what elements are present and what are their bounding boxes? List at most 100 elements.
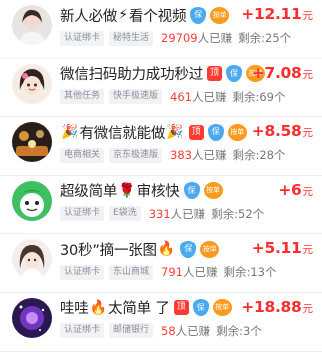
reward-unit: 元 (302, 302, 314, 315)
remaining-count: 剩余:25个 (238, 31, 292, 45)
task-reward: +12.11 元 (241, 5, 313, 27)
earned-count: 461人已赚 (170, 89, 226, 105)
task-title: 30秒”摘一张图 🔥 保 按单 (60, 239, 220, 259)
earned-label: 人已赚 (175, 323, 211, 338)
task-title-suffix: 审核快 (136, 184, 180, 201)
red-packet-badge-icon: 按单 (200, 240, 220, 258)
task-avatar (12, 297, 52, 338)
fire-icon: 🔥 (89, 299, 108, 316)
earned-count: 791人已赚 (161, 264, 217, 280)
task-row[interactable]: 超级简单 🌹 审核快 保 按单 +6 元 认证绑卡 E袋洗 331人已赚 剩余:… (0, 176, 322, 235)
guarantee-badge-icon: 保 (207, 123, 224, 141)
merchant-tag: 东山商城 (109, 264, 154, 280)
top-badge-icon: 顶 (188, 124, 204, 140)
task-reward: +8.58 元 (252, 122, 313, 144)
task-title: 微信扫码助力成功秒过 顶 保 按单 (60, 64, 265, 84)
task-title-text: 30秒”摘一张图 (60, 242, 157, 259)
top-badge-icon: 顶 (207, 66, 222, 82)
earned-number: 791 (161, 265, 183, 280)
task-meta: 电商相关 京东极速版 383人已赚 剩余:28个 (60, 147, 286, 163)
earned-number: 383 (170, 148, 192, 163)
rose-icon: 🌹 (118, 182, 136, 199)
task-avatar (12, 180, 52, 221)
reward-unit: 元 (302, 127, 314, 140)
task-avatar (12, 63, 52, 104)
merchant-tag: 快手极速版 (109, 89, 163, 105)
task-avatar (12, 122, 52, 163)
task-title-text: 新人必做 (60, 8, 118, 25)
reward-amount: +8.58 (251, 122, 302, 141)
merchant-tag: 邮储银行 (109, 323, 154, 339)
red-packet-badge-icon: 按单 (210, 6, 230, 24)
reward-amount: +6 (278, 180, 302, 199)
reward-unit: 元 (302, 244, 314, 257)
party-popper-icon: 🎉 (166, 124, 184, 141)
reward-amount: +5.11 (251, 239, 302, 258)
reward-unit: 元 (302, 185, 314, 198)
category-tag: 其他任务 (60, 89, 105, 105)
category-tag: 电商相关 (60, 147, 105, 163)
task-meta: 认证绑卡 东山商城 791人已赚 剩余:13个 (60, 264, 277, 280)
earned-label: 人已赚 (170, 206, 206, 221)
earned-label: 人已赚 (197, 31, 233, 45)
remaining-count: 剩余:3个 (216, 323, 262, 338)
task-title-suffix: 太简单 了 (108, 301, 170, 318)
task-list: 新人必做 ⚡ 看个视频 保 按单 +12.11 元 认证绑卡 秘特生活 2970… (0, 0, 322, 352)
guarantee-badge-icon: 保 (226, 65, 242, 83)
task-title-suffix: 看个视频 (129, 8, 187, 25)
party-popper-icon: 🎉 (61, 124, 79, 141)
merchant-tag: 秘特生活 (109, 30, 154, 46)
task-title-text: 哇哇 (60, 301, 89, 318)
task-reward: +7.08 元 (252, 64, 313, 86)
task-reward: +5.11 元 (252, 239, 313, 261)
task-row[interactable]: 哇哇 🔥 太简单 了 顶 保 按单 +18.88 元 认证绑卡 邮储银行 58人… (0, 293, 322, 352)
earned-label: 人已赚 (182, 265, 218, 280)
task-title: 新人必做 ⚡ 看个视频 保 按单 (60, 5, 230, 25)
guarantee-badge-icon: 保 (180, 240, 197, 258)
task-title-text: 有微信就能做 (79, 125, 166, 142)
guarantee-badge-icon: 保 (190, 6, 207, 24)
red-packet-badge-icon: 按单 (227, 123, 247, 141)
category-tag: 认证绑卡 (60, 206, 105, 222)
lightning-icon: ⚡ (118, 7, 129, 23)
earned-number: 461 (170, 89, 192, 104)
task-row[interactable]: 30秒”摘一张图 🔥 保 按单 +5.11 元 认证绑卡 东山商城 791人已赚… (0, 234, 322, 293)
task-reward: +6 元 (278, 181, 313, 203)
earned-count: 383人已赚 (170, 147, 226, 163)
task-meta: 认证绑卡 秘特生活 29709人已赚 剩余:25个 (60, 30, 291, 46)
category-tag: 认证绑卡 (60, 264, 105, 280)
task-title: 超级简单 🌹 审核快 保 按单 (60, 181, 223, 201)
task-row[interactable]: 新人必做 ⚡ 看个视频 保 按单 +12.11 元 认证绑卡 秘特生活 2970… (0, 0, 322, 59)
fire-icon: 🔥 (157, 241, 176, 258)
task-meta: 认证绑卡 邮储银行 58人已赚 剩余:3个 (60, 323, 262, 339)
reward-unit: 元 (302, 10, 314, 22)
guarantee-badge-icon: 保 (183, 182, 200, 200)
task-avatar (12, 5, 52, 45)
task-title: 哇哇 🔥 太简单 了 顶 保 按单 (60, 298, 232, 318)
category-tag: 认证绑卡 (60, 30, 105, 46)
task-title-text: 超级简单 (60, 184, 118, 201)
task-row[interactable]: 🎉 有微信就能做 🎉 顶 保 按单 +8.58 元 电商相关 京东极速版 383… (0, 117, 322, 176)
earned-count: 331人已赚 (149, 206, 205, 222)
merchant-tag: 京东极速版 (109, 147, 163, 163)
remaining-count: 剩余:52个 (211, 206, 265, 221)
earned-number: 29709 (161, 31, 198, 45)
earned-label: 人已赚 (191, 148, 227, 163)
earned-label: 人已赚 (191, 89, 227, 104)
reward-unit: 元 (302, 68, 314, 81)
category-tag: 认证绑卡 (60, 323, 105, 339)
earned-number: 331 (148, 206, 171, 221)
task-row[interactable]: 微信扫码助力成功秒过 顶 保 按单 +7.08 元 其他任务 快手极速版 461… (0, 59, 322, 118)
reward-amount: +18.88 (241, 297, 302, 316)
task-avatar (12, 239, 52, 280)
earned-count: 29709人已赚 (161, 30, 232, 46)
earned-count: 58人已赚 (161, 323, 210, 339)
task-meta: 其他任务 快手极速版 461人已赚 剩余:69个 (60, 89, 286, 105)
earned-number: 58 (161, 323, 176, 338)
remaining-count: 剩余:69个 (232, 89, 286, 104)
reward-amount: +7.08 (251, 63, 302, 82)
red-packet-badge-icon: 按单 (203, 182, 223, 200)
merchant-tag: E袋洗 (109, 206, 141, 222)
task-title: 🎉 有微信就能做 🎉 顶 保 按单 (60, 122, 247, 142)
task-reward: +18.88 元 (241, 298, 313, 320)
